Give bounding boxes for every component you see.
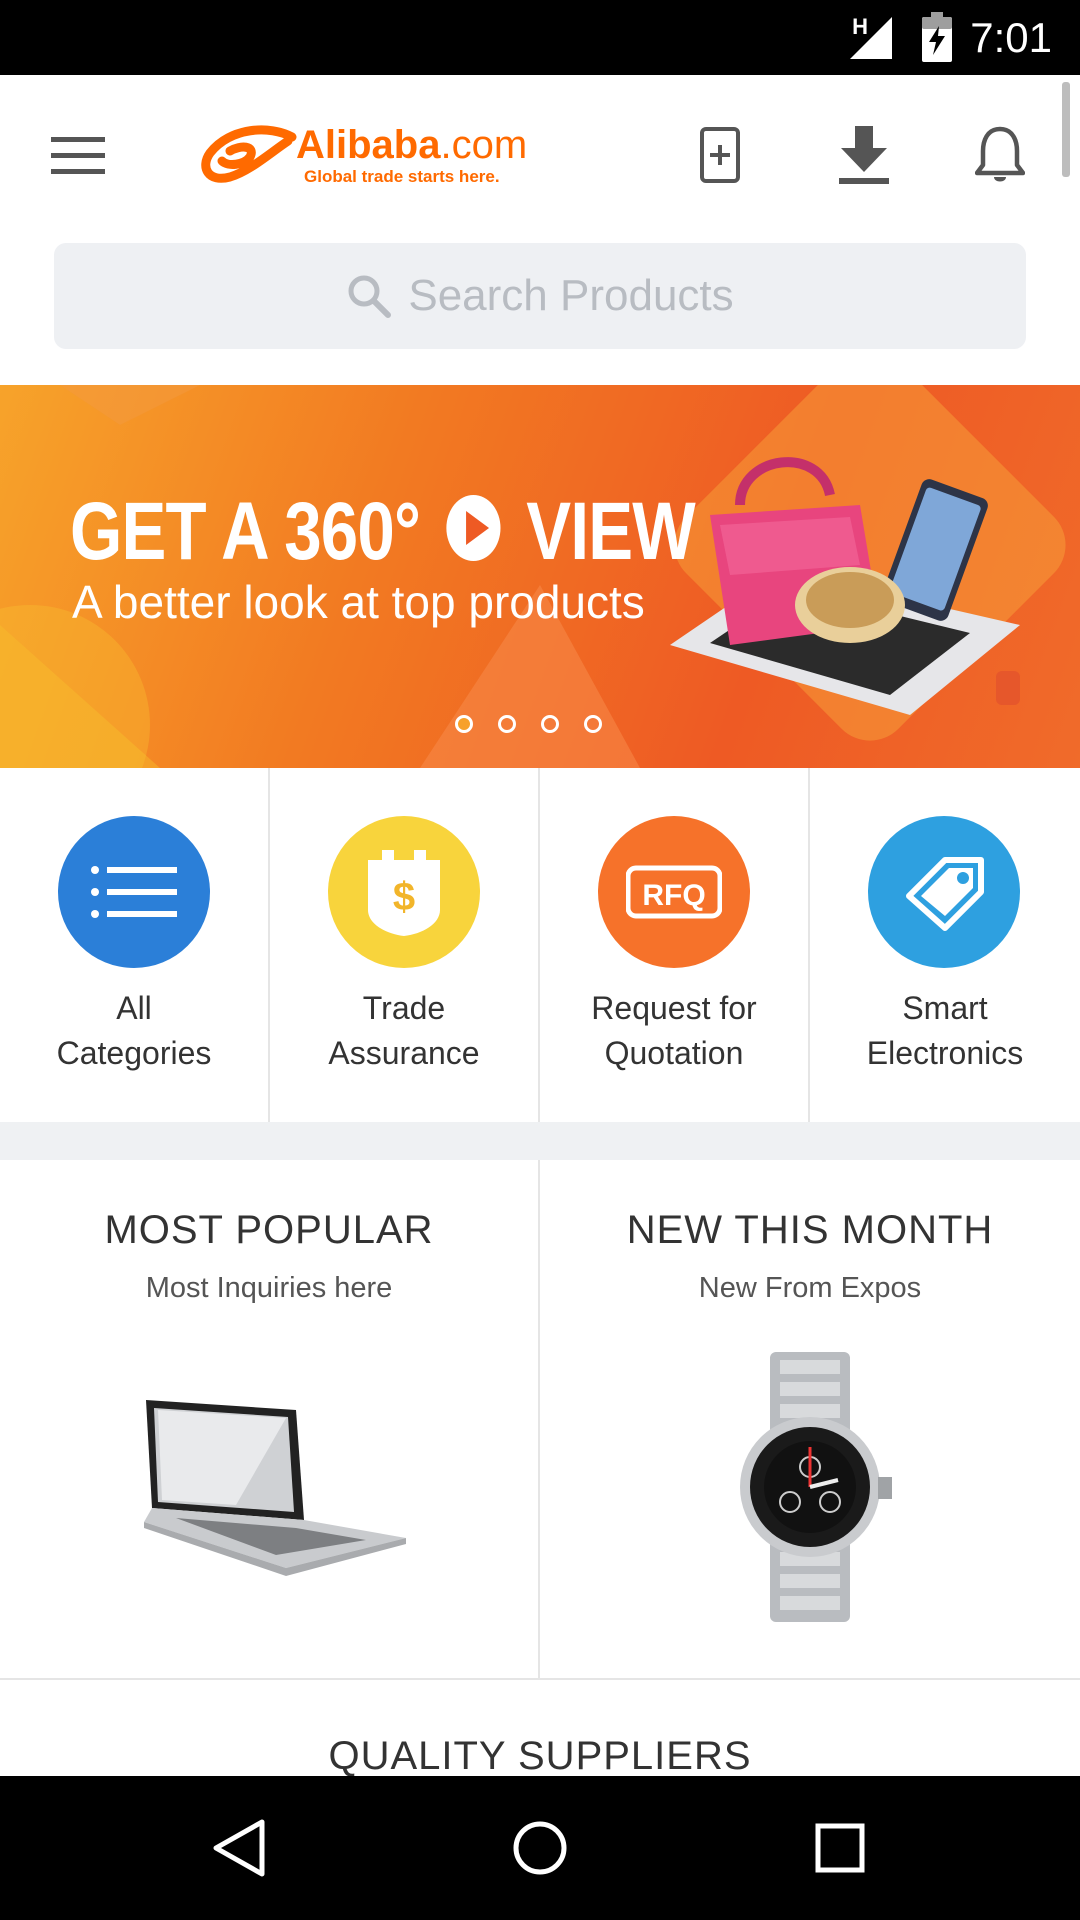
banner-subline: A better look at top products xyxy=(72,576,645,628)
carousel-dot-2[interactable] xyxy=(498,715,516,733)
download-icon xyxy=(839,126,889,184)
back-icon xyxy=(213,1819,265,1877)
card-title: NEW THIS MONTH xyxy=(626,1208,994,1252)
notifications-button[interactable] xyxy=(960,115,1040,195)
new-this-month-card[interactable]: NEW THIS MONTH New From Expos xyxy=(540,1160,1080,1678)
card-subtitle: Most Inquiries here xyxy=(145,1272,393,1304)
play-icon xyxy=(446,495,501,561)
logo-tagline: Global trade starts here. xyxy=(304,167,500,186)
home-button[interactable] xyxy=(500,1808,580,1888)
carousel-dot-1[interactable] xyxy=(455,715,473,733)
banner-headline: GET A 360° VIEW xyxy=(70,486,696,577)
quality-suppliers-section: QUALITY SUPPLIERS xyxy=(0,1680,1080,1778)
search-placeholder: Search Products xyxy=(408,271,734,320)
card-subtitle: New From Expos xyxy=(698,1272,922,1304)
category-smart-electronics[interactable]: Smart Electronics xyxy=(810,768,1080,1122)
category-label: Request for Quotation xyxy=(591,990,757,1071)
menu-icon xyxy=(51,137,105,174)
category-all-categories[interactable]: All Categories xyxy=(0,768,270,1122)
search-input[interactable]: Search Products xyxy=(54,243,1026,349)
logo-brand: Alibaba xyxy=(296,123,441,167)
svg-text:RFQ: RFQ xyxy=(642,879,705,912)
svg-text:$: $ xyxy=(393,875,415,919)
price-tag-icon xyxy=(868,816,1020,968)
laptop-image xyxy=(144,1400,406,1576)
category-request-for-quotation[interactable]: RFQ Request for Quotation xyxy=(540,768,810,1122)
section-divider xyxy=(0,1122,1080,1160)
system-navigation-bar xyxy=(0,1776,1080,1920)
download-button[interactable] xyxy=(824,115,904,195)
most-popular-card[interactable]: MOST POPULAR Most Inquiries here xyxy=(0,1160,540,1678)
alibaba-logo[interactable]: Alibaba.com Global trade starts here. xyxy=(200,123,572,193)
clock: 7:01 xyxy=(970,14,1052,61)
logo-tld: .com xyxy=(440,123,528,167)
category-trade-assurance[interactable]: $ Trade Assurance xyxy=(270,768,540,1122)
category-label: Smart Electronics xyxy=(866,990,1024,1071)
back-button[interactable] xyxy=(200,1808,280,1888)
promo-banner[interactable]: GET A 360° VIEW A better look at top pro… xyxy=(0,385,1080,768)
scrollbar[interactable] xyxy=(1062,82,1070,177)
status-bar: H 7:01 xyxy=(0,0,1080,75)
list-icon xyxy=(58,816,210,968)
carousel-dot-4[interactable] xyxy=(584,715,602,733)
category-label: Trade Assurance xyxy=(328,990,480,1071)
recents-button[interactable] xyxy=(800,1808,880,1888)
recents-icon xyxy=(815,1823,865,1873)
section-title: QUALITY SUPPLIERS xyxy=(328,1734,752,1778)
carousel-indicators xyxy=(455,715,602,733)
category-label: All Categories xyxy=(56,990,212,1071)
app-header: Alibaba.com Global trade starts here. Se… xyxy=(0,75,1080,385)
banner-products-image xyxy=(670,457,1020,715)
signal-icon xyxy=(850,17,892,59)
rfq-icon: RFQ xyxy=(598,816,750,968)
card-title: MOST POPULAR xyxy=(104,1208,434,1252)
notification-bell-icon xyxy=(975,126,1025,182)
battery-charging-icon xyxy=(922,12,952,62)
quick-categories: All Categories $ Trade Assurance RFQ Reque… xyxy=(0,768,1080,1124)
carousel-dot-3[interactable] xyxy=(541,715,559,733)
alibaba-logo-mark-icon xyxy=(201,125,297,183)
search-icon xyxy=(348,275,392,318)
menu-button[interactable] xyxy=(38,115,118,195)
home-icon xyxy=(513,1821,567,1875)
add-phone-button[interactable] xyxy=(680,115,760,195)
phone-add-icon xyxy=(700,127,740,183)
featured-sections: MOST POPULAR Most Inquiries here NEW THI… xyxy=(0,1160,1080,1680)
trade-assurance-shield-icon: $ xyxy=(328,816,480,968)
wristwatch-image xyxy=(740,1352,892,1622)
